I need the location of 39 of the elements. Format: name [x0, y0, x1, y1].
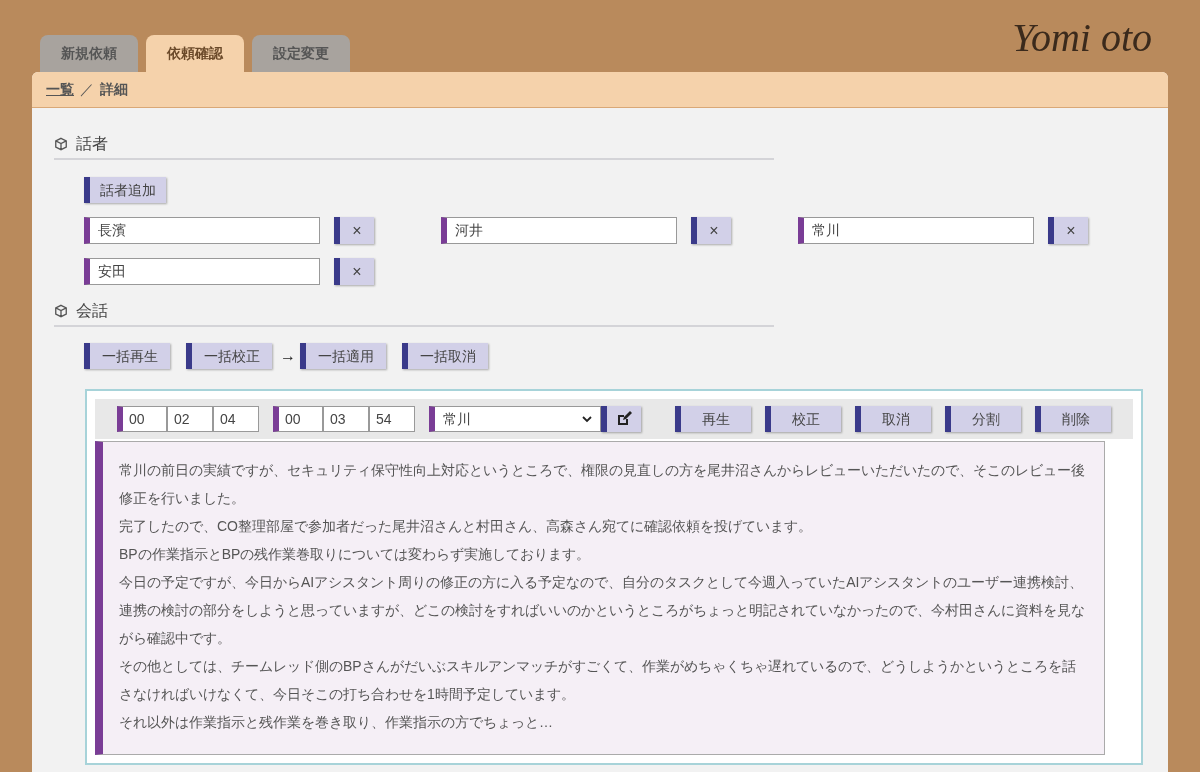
speaker-select[interactable]: 常川	[429, 406, 601, 432]
end-time-field[interactable]: 03	[323, 406, 369, 432]
bulk-action-button[interactable]: 一括適用	[300, 343, 386, 369]
speaker-name-field[interactable]: 安田	[84, 258, 320, 285]
speaker-name-field[interactable]: 長濱	[84, 217, 320, 244]
arrow-text: →	[280, 346, 296, 366]
bulk-action-button[interactable]: 一括取消	[402, 343, 488, 369]
transcript-text[interactable]: 常川の前日の実績ですが、セキュリティ保守性向上対応というところで、権限の見直しの方を尾井沼さんからレビューいただいたので、そこのレビュー後修正を行いました。 完了したので、CO整理部屋で参加者だった尾井沼さんと村田さん、高森さん宛てに確認依頼を投げています。 BPの作業指示とBPの残作業巻取りについては変わらず実施しております。 今日の予定ですが、今日からAIアシスタント周りの修正の方に入る予定なので、自分のタスクとして今週入っていたAIアシスタントのユーザー連携検討、連携の検討の部分をしようと思っていますが、どこの検討をすればいいのかというところがちょっと明記されていなかったので、今村田さんに資料を見ながら確認中です。 その他としては、チームレッド側のBPさんがだいぶスキルアンマッチがすごくて、作業がめちゃくちゃ遅れているので、どうしようかというところを話さなければいけなくて、今日そこの打ち合わせを1時間予定しています。 それ以外は作業指示と残作業を巻き取り、作業指示の方でちょっと…	[95, 441, 1105, 755]
segment-action-button[interactable]: 取消	[855, 406, 931, 432]
logo: Yomi oto	[1012, 14, 1152, 62]
add-speaker-button[interactable]: 話者追加	[84, 177, 166, 203]
section-title: 話者	[76, 134, 108, 154]
remove-speaker-button[interactable]: ×	[334, 217, 374, 244]
cube-icon	[54, 304, 68, 318]
remove-speaker-button[interactable]: ×	[1048, 217, 1088, 244]
section-title: 会話	[76, 301, 108, 321]
edit-button[interactable]	[601, 406, 641, 432]
breadcrumb-current: 詳細	[100, 80, 128, 99]
speaker-name-field[interactable]: 河井	[441, 217, 677, 244]
remove-speaker-button[interactable]: ×	[691, 217, 731, 244]
start-time-field[interactable]: 02	[167, 406, 213, 432]
breadcrumb-link[interactable]: 一覧	[46, 79, 74, 100]
cube-icon	[54, 137, 68, 151]
segment-action-button[interactable]: 削除	[1035, 406, 1111, 432]
breadcrumb-separator: ／	[80, 80, 94, 99]
tab[interactable]: 依頼確認	[146, 35, 244, 72]
bulk-action-button[interactable]: 一括再生	[84, 343, 170, 369]
chevron-down-icon	[582, 415, 592, 423]
edit-icon	[616, 411, 632, 427]
remove-speaker-button[interactable]: ×	[334, 258, 374, 285]
end-time-field[interactable]: 00	[273, 406, 323, 432]
segment-action-button[interactable]: 分割	[945, 406, 1021, 432]
bulk-action-button[interactable]: 一括校正	[186, 343, 272, 369]
segment-action-button[interactable]: 校正	[765, 406, 841, 432]
start-time-field[interactable]: 00	[117, 406, 167, 432]
segment-action-button[interactable]: 再生	[675, 406, 751, 432]
end-time-field[interactable]: 54	[369, 406, 415, 432]
speaker-name-field[interactable]: 常川	[798, 217, 1034, 244]
start-time-field[interactable]: 04	[213, 406, 259, 432]
